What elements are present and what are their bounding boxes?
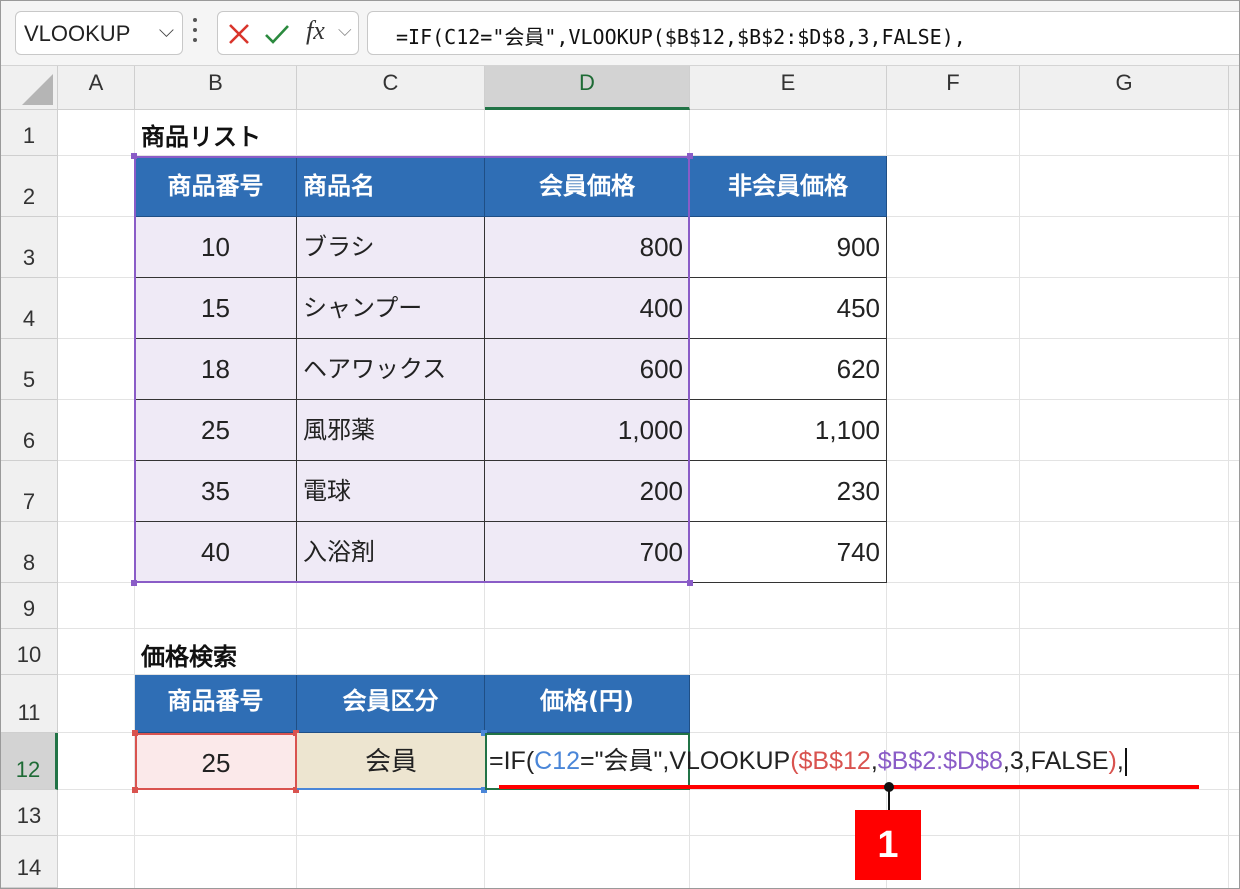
row-header-11[interactable]: 11 xyxy=(1,675,58,733)
row-header-4[interactable]: 4 xyxy=(1,278,58,339)
range-highlight-b2-d8 xyxy=(134,156,690,583)
cancel-icon[interactable] xyxy=(228,23,250,45)
formula-input[interactable]: =IF(C12="会員",VLOOKUP($B$12,$B$2:$D$8,3,F… xyxy=(367,11,1239,55)
table-row-3-nonmember[interactable]: 620 xyxy=(690,339,887,400)
text-cursor xyxy=(1124,748,1127,777)
search-header-member-type[interactable]: 会員区分 xyxy=(297,675,485,733)
range-handle[interactable] xyxy=(131,153,137,159)
table-row-4-nonmember[interactable]: 1,100 xyxy=(690,400,887,461)
range-handle[interactable] xyxy=(132,787,138,793)
column-header-d[interactable]: D xyxy=(485,66,690,110)
name-box-value: VLOOKUP xyxy=(24,21,131,46)
range-handle[interactable] xyxy=(687,580,693,586)
product-list-title[interactable]: 商品リスト xyxy=(141,117,341,151)
range-handle[interactable] xyxy=(132,730,138,736)
formula-text: =IF(C12="会員",VLOOKUP($B$12,$B$2:$D$8,3,F… xyxy=(396,25,966,49)
formula-buttons: fx ⌵ xyxy=(217,11,359,55)
column-header-f[interactable]: F xyxy=(887,66,1020,110)
cell-d12-formula-edit[interactable]: =IF(C12="会員",VLOOKUP($B$12,$B$2:$D$8,3,F… xyxy=(489,743,1127,779)
row-header-5[interactable]: 5 xyxy=(1,339,58,400)
row-header-8[interactable]: 8 xyxy=(1,522,58,583)
formula-bar: VLOOKUP ⌵ fx ⌵ =IF(C12="会員",VLOOKUP($B$1… xyxy=(1,1,1239,66)
row-header-2[interactable]: 2 xyxy=(1,156,58,217)
cell-c12-member-type[interactable]: 会員 xyxy=(297,733,485,790)
column-header-e[interactable]: E xyxy=(690,66,887,110)
row-header-9[interactable]: 9 xyxy=(1,583,58,629)
callout-badge: 1 xyxy=(855,810,921,880)
cell-b12-product-id[interactable]: 25 xyxy=(135,733,297,790)
excel-window: VLOOKUP ⌵ fx ⌵ =IF(C12="会員",VLOOKUP($B$1… xyxy=(0,0,1240,889)
enter-check-icon[interactable] xyxy=(264,23,290,45)
chevron-down-icon[interactable]: ⌵ xyxy=(159,18,174,42)
row-header-1[interactable]: 1 xyxy=(1,110,58,156)
column-header-c[interactable]: C xyxy=(297,66,485,110)
row-header-3[interactable]: 3 xyxy=(1,217,58,278)
range-handle[interactable] xyxy=(687,153,693,159)
row-header-14[interactable]: 14 xyxy=(1,836,58,888)
row-header-12[interactable]: 12 xyxy=(1,733,58,790)
table-row-1-nonmember[interactable]: 900 xyxy=(690,217,887,278)
row-header-6[interactable]: 6 xyxy=(1,400,58,461)
row-header-10[interactable]: 10 xyxy=(1,629,58,675)
table-row-2-nonmember[interactable]: 450 xyxy=(690,278,887,339)
name-box[interactable]: VLOOKUP ⌵ xyxy=(15,11,183,55)
table-row-5-nonmember[interactable]: 230 xyxy=(690,461,887,522)
search-header-price[interactable]: 価格(円) xyxy=(485,675,690,733)
search-header-product-id[interactable]: 商品番号 xyxy=(135,675,297,733)
insert-function-icon[interactable]: fx xyxy=(306,16,325,46)
price-search-title[interactable]: 価格検索 xyxy=(141,637,341,671)
callout-line xyxy=(888,791,890,811)
row-header-13[interactable]: 13 xyxy=(1,790,58,836)
column-header-b[interactable]: B xyxy=(135,66,297,110)
column-header-h[interactable] xyxy=(1229,66,1239,110)
callout-underline xyxy=(499,785,1199,789)
more-options-icon[interactable] xyxy=(192,18,198,48)
row-header-7[interactable]: 7 xyxy=(1,461,58,522)
select-all-corner[interactable] xyxy=(1,66,58,110)
header-nonmember-price[interactable]: 非会員価格 xyxy=(690,156,887,217)
chevron-down-icon[interactable]: ⌵ xyxy=(338,20,352,41)
table-row-6-nonmember[interactable]: 740 xyxy=(690,522,887,583)
column-header-a[interactable]: A xyxy=(58,66,135,110)
range-handle[interactable] xyxy=(131,580,137,586)
column-header-g[interactable]: G xyxy=(1020,66,1229,110)
